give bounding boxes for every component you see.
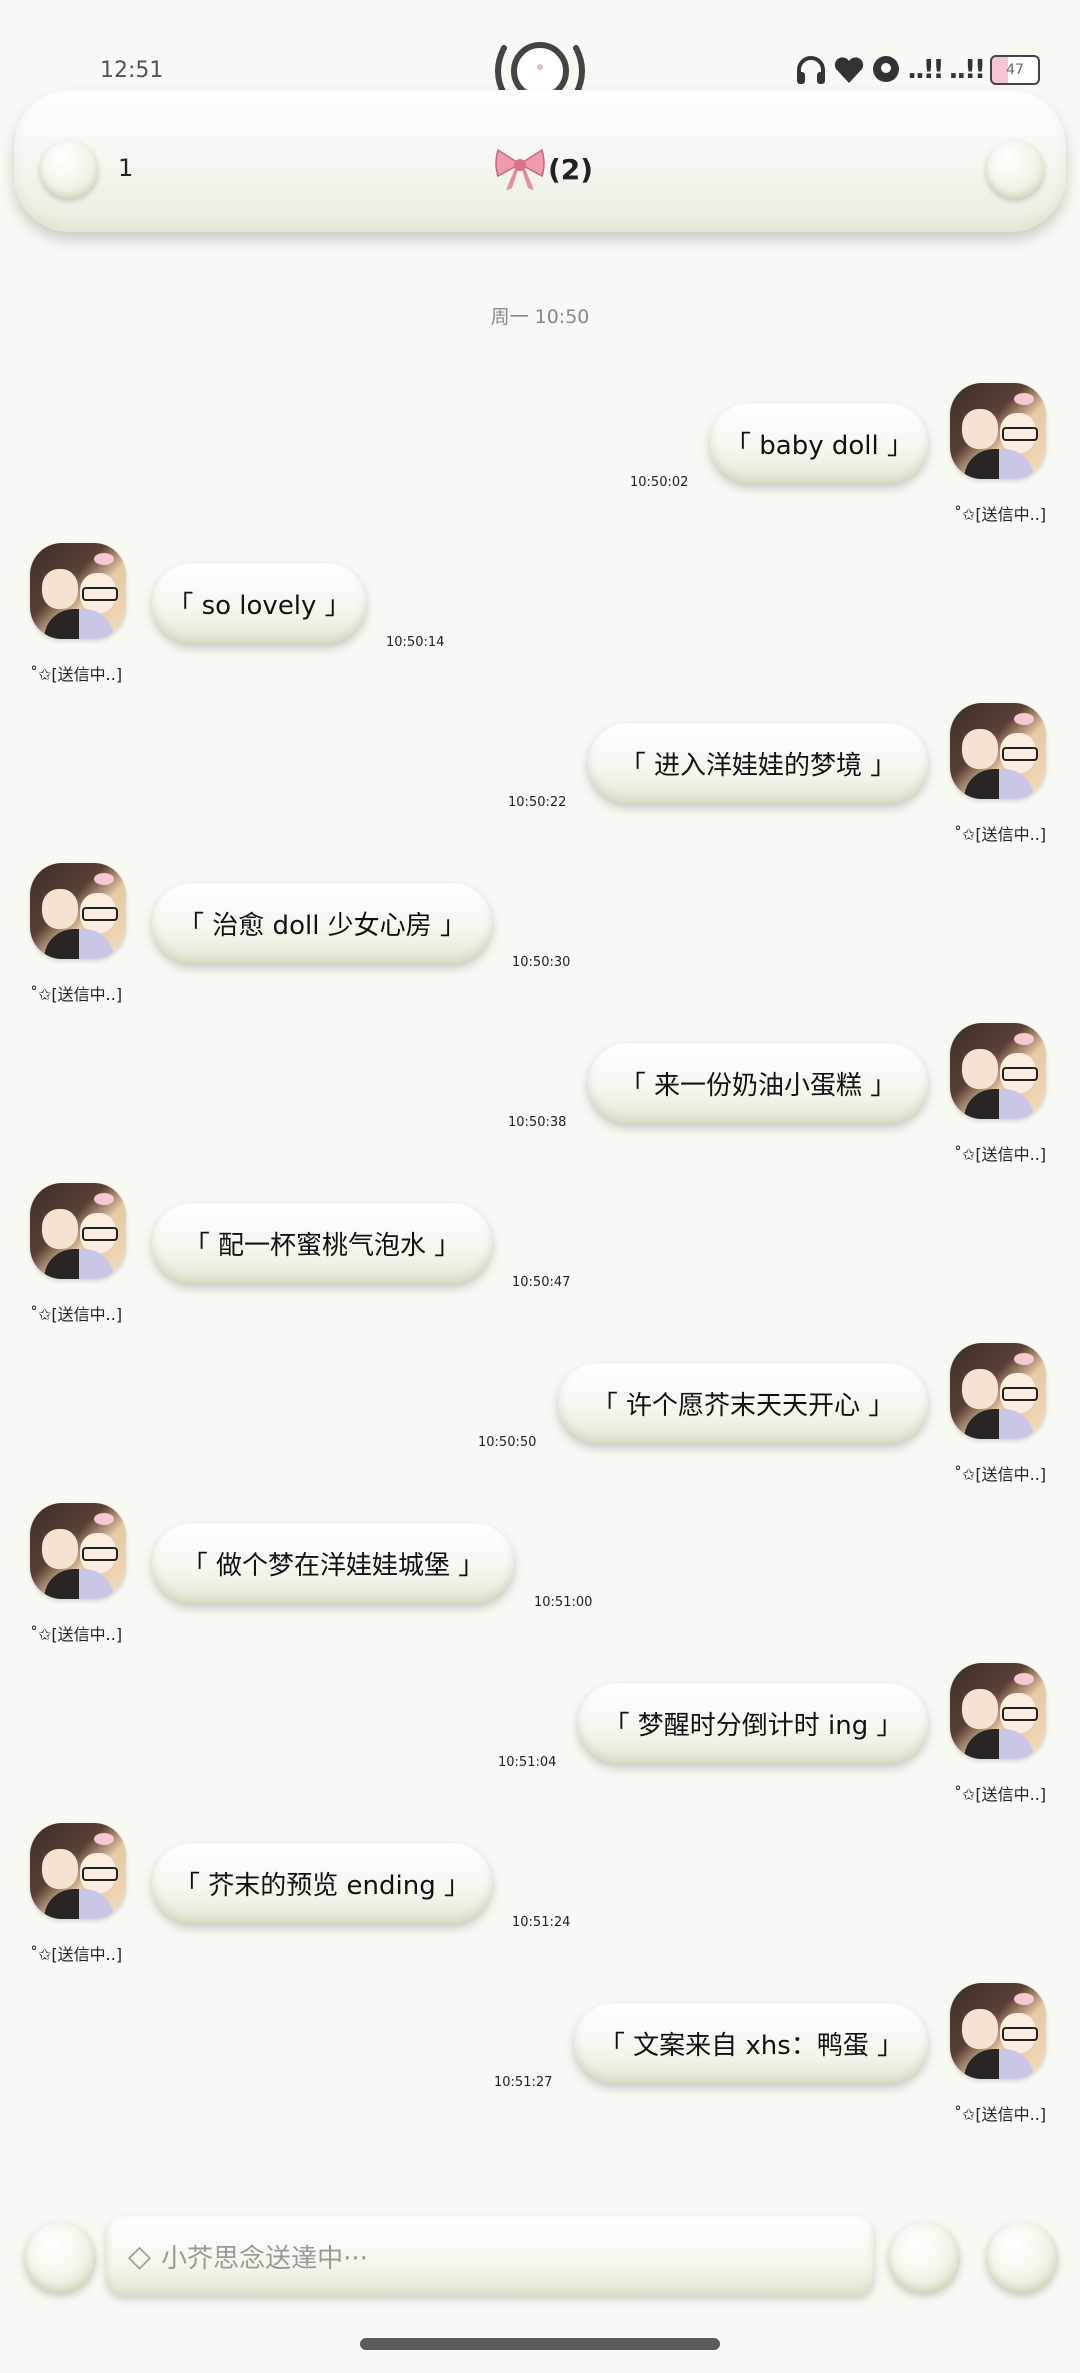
message-timestamp: 10:50:22 bbox=[508, 795, 567, 810]
message-bubble-outgoing[interactable]: 「 baby doll 」 bbox=[710, 403, 928, 483]
pink-bow-icon bbox=[495, 148, 545, 190]
avatar[interactable] bbox=[950, 1343, 1046, 1439]
message-input-placeholder: 小芥思念送達中··· bbox=[161, 2243, 368, 2274]
avatar[interactable] bbox=[950, 703, 1046, 799]
status-time: 12:51 bbox=[100, 58, 164, 83]
message-bubble-outgoing[interactable]: 「 文案来自 xhs：鸭蛋 」 bbox=[574, 2003, 928, 2083]
send-status-label: ˚✩[送信中..] bbox=[30, 665, 123, 684]
avatar[interactable] bbox=[30, 1183, 126, 1279]
message-bubble-outgoing[interactable]: 「 进入洋娃娃的梦境 」 bbox=[588, 723, 928, 803]
diamond-outline-icon: ◇ bbox=[128, 2238, 152, 2274]
date-divider: 周一 10:50 bbox=[490, 306, 590, 328]
battery-icon: 47 bbox=[990, 55, 1040, 85]
message-timestamp: 10:51:27 bbox=[494, 2075, 553, 2090]
send-status-label: ˚✩[送信中..] bbox=[954, 1145, 1047, 1164]
message-timestamp: 10:51:24 bbox=[512, 1915, 571, 1930]
avatar[interactable] bbox=[30, 543, 126, 639]
send-status-label: ˚✩[送信中..] bbox=[30, 1625, 123, 1644]
send-status-label: ˚✩[送信中..] bbox=[954, 505, 1047, 524]
message-timestamp: 10:51:04 bbox=[498, 1755, 557, 1770]
location-icon bbox=[873, 56, 900, 82]
send-status-label: ˚✩[送信中..] bbox=[30, 1305, 123, 1324]
status-icons: ..!! ..!! 47 bbox=[795, 52, 1040, 88]
message-bubble-outgoing[interactable]: 「 许个愿芥末天天开心 」 bbox=[558, 1363, 928, 1443]
headphones-icon bbox=[797, 56, 826, 84]
emoji-button[interactable] bbox=[888, 2222, 960, 2294]
signal-icon: ..!! bbox=[907, 55, 944, 85]
send-status-label: ˚✩[送信中..] bbox=[954, 1785, 1047, 1804]
send-status-label: ˚✩[送信中..] bbox=[30, 985, 123, 1004]
unread-count: 1 bbox=[118, 154, 134, 182]
message-bubble-incoming[interactable]: 「 配一杯蜜桃气泡水 」 bbox=[152, 1203, 492, 1283]
chat-title: (2) bbox=[494, 146, 593, 192]
message-timestamp: 10:50:14 bbox=[386, 635, 445, 650]
message-timestamp: 10:50:50 bbox=[478, 1435, 537, 1450]
message-bubble-outgoing[interactable]: 「 梦醒时分倒计时 ing 」 bbox=[578, 1683, 928, 1763]
message-input[interactable]: ◇ 小芥思念送達中··· bbox=[106, 2216, 874, 2296]
chat-header: 1 (2) bbox=[14, 90, 1066, 232]
message-bubble-incoming[interactable]: 「 芥末的预览 ending 」 bbox=[152, 1843, 492, 1923]
message-bubble-outgoing[interactable]: 「 来一份奶油小蛋糕 」 bbox=[588, 1043, 928, 1123]
back-button[interactable] bbox=[40, 140, 98, 198]
send-status-label: ˚✩[送信中..] bbox=[954, 2105, 1047, 2124]
send-status-label: ˚✩[送信中..] bbox=[954, 1465, 1047, 1484]
send-status-label: ˚✩[送信中..] bbox=[30, 1945, 123, 1964]
add-button[interactable] bbox=[986, 2222, 1058, 2294]
message-bubble-incoming[interactable]: 「 治愈 doll 少女心房 」 bbox=[152, 883, 492, 963]
message-timestamp: 10:50:47 bbox=[512, 1275, 571, 1290]
message-bubble-incoming[interactable]: 「 so lovely 」 bbox=[152, 563, 366, 643]
status-bar: 12:51 ..!! ..!! 47 bbox=[0, 0, 1080, 100]
voice-button[interactable] bbox=[24, 2222, 96, 2294]
signal-icon-2: ..!! bbox=[948, 55, 986, 85]
message-timestamp: 10:50:02 bbox=[630, 475, 689, 490]
avatar[interactable] bbox=[950, 383, 1046, 479]
chat-title-text: (2) bbox=[548, 152, 594, 186]
home-indicator[interactable] bbox=[360, 2338, 720, 2350]
avatar[interactable] bbox=[950, 1983, 1046, 2079]
message-timestamp: 10:50:30 bbox=[512, 955, 571, 970]
avatar[interactable] bbox=[950, 1023, 1046, 1119]
avatar[interactable] bbox=[30, 1823, 126, 1919]
message-timestamp: 10:51:00 bbox=[534, 1595, 593, 1610]
send-status-label: ˚✩[送信中..] bbox=[954, 825, 1047, 844]
avatar[interactable] bbox=[30, 863, 126, 959]
avatar[interactable] bbox=[950, 1663, 1046, 1759]
menu-button[interactable] bbox=[986, 140, 1044, 198]
message-timestamp: 10:50:38 bbox=[508, 1115, 567, 1130]
avatar[interactable] bbox=[30, 1503, 126, 1599]
message-bubble-incoming[interactable]: 「 做个梦在洋娃娃城堡 」 bbox=[152, 1523, 514, 1603]
heart-icon bbox=[834, 57, 864, 83]
